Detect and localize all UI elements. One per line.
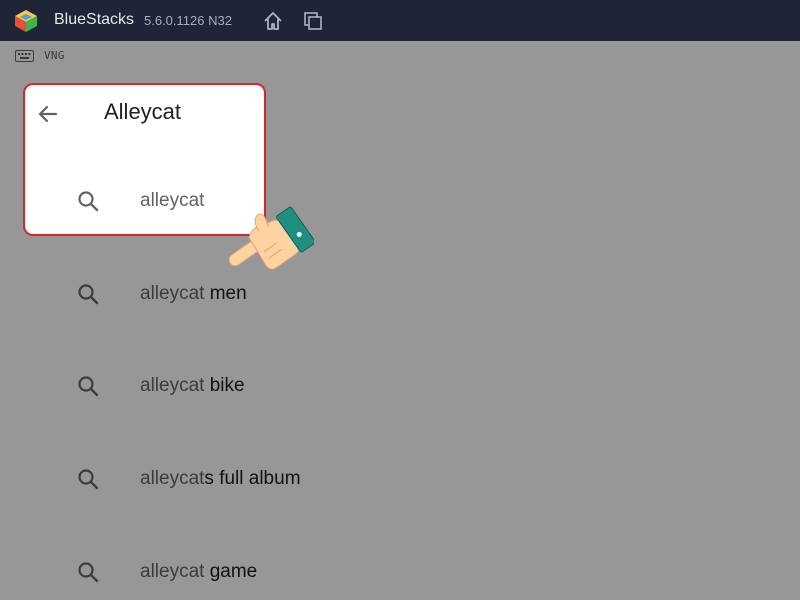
- suggestion-text: alleycat: [140, 190, 204, 212]
- suggestion-item[interactable]: alleycat bike: [60, 363, 560, 409]
- suggestion-rest: game: [204, 561, 258, 582]
- suggestion-rest: bike: [204, 375, 245, 396]
- bluestacks-logo-icon: [15, 10, 37, 32]
- multi-instance-icon[interactable]: [302, 10, 324, 32]
- suggestion-rest: s full album: [204, 468, 301, 489]
- app-version: 5.6.0.1126 N32: [144, 13, 232, 28]
- search-icon: [78, 469, 99, 490]
- suggestion-item[interactable]: alleycats full album: [60, 456, 560, 502]
- suggestion-typed: alleycat: [140, 190, 205, 211]
- search-icon: [78, 376, 99, 397]
- keyboard-icon[interactable]: [15, 50, 34, 62]
- search-icon: [78, 284, 99, 305]
- ime-label: VNG: [44, 49, 65, 62]
- search-query-title[interactable]: Alleycat: [104, 99, 181, 125]
- suggestion-typed: alleycat: [140, 561, 205, 582]
- suggestion-typed: alleycat: [140, 468, 205, 489]
- suggestion-text: alleycats full album: [140, 468, 301, 490]
- suggestion-item[interactable]: alleycat game: [60, 549, 560, 595]
- pointing-hand-icon: [228, 206, 314, 270]
- home-icon[interactable]: [262, 10, 284, 32]
- suggestion-text: alleycat game: [140, 561, 257, 583]
- ime-bar: [0, 41, 800, 69]
- title-bar: BlueStacks 5.6.0.1126 N32: [0, 0, 800, 41]
- arrow-back-icon[interactable]: [36, 102, 60, 126]
- suggestion-text: alleycat bike: [140, 375, 245, 397]
- suggestion-typed: alleycat: [140, 283, 205, 304]
- suggestion-typed: alleycat: [140, 375, 205, 396]
- app-name: BlueStacks: [54, 11, 135, 28]
- search-icon: [78, 191, 99, 212]
- search-icon: [78, 562, 99, 583]
